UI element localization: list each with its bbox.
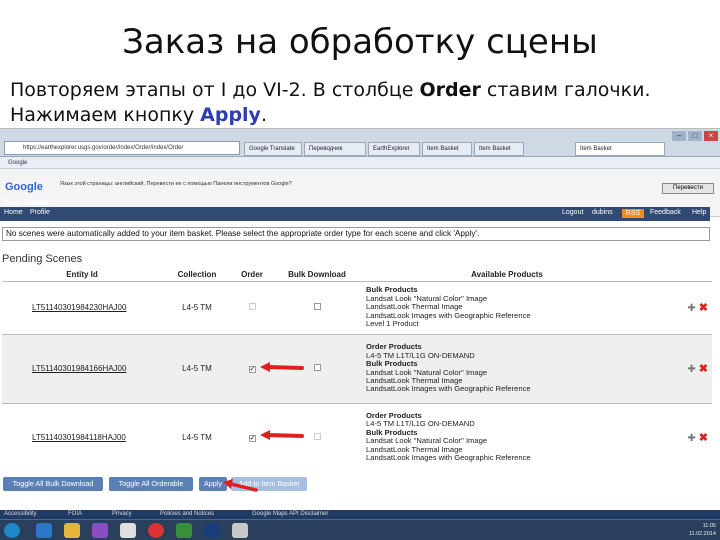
translate-notice: Язык этой страницы: английский. Перевест… bbox=[60, 181, 292, 187]
pending-scenes-table: Entity Id Collection Order Bulk Download… bbox=[2, 269, 712, 471]
column-header: Bulk Download bbox=[288, 270, 346, 280]
browser-tab-active[interactable]: Item Basket bbox=[575, 142, 665, 156]
browser-tab[interactable]: Item Basket bbox=[474, 142, 524, 156]
instruction-apply-word: Apply bbox=[200, 104, 261, 126]
column-header: Order bbox=[241, 270, 263, 280]
bulk-download-checkbox[interactable] bbox=[313, 364, 321, 371]
entity-id-link[interactable]: LT51140301984166HAJ00 bbox=[2, 333, 162, 403]
folder-icon[interactable] bbox=[64, 523, 80, 538]
available-products: Bulk Products Landsat Look "Natural Colo… bbox=[362, 280, 652, 334]
translate-button[interactable]: Перевести bbox=[662, 183, 714, 194]
collection-cell: L4-5 TM bbox=[162, 402, 232, 471]
google-logo: Google bbox=[5, 181, 43, 193]
collection-cell: L4-5 TM bbox=[162, 280, 232, 334]
entity-id-link[interactable]: LT51140301984230HAJ00 bbox=[2, 280, 162, 334]
table-row: LT51140301984118HAJ00 L4-5 TM ✓ Order Pr… bbox=[2, 402, 712, 471]
media-icon[interactable] bbox=[92, 523, 108, 538]
tools-icon[interactable]: ✚ bbox=[687, 364, 695, 375]
entity-id-link[interactable]: LT51140301984118HAJ00 bbox=[2, 402, 162, 471]
available-products: Order Products L4-5 TM L1T/L1G ON-DEMAND… bbox=[362, 333, 652, 403]
close-icon[interactable]: × bbox=[704, 131, 718, 141]
browser-tab[interactable]: Google Translate bbox=[244, 142, 302, 156]
red-arrow-annotation bbox=[260, 430, 304, 440]
tools-icon[interactable]: ✚ bbox=[687, 303, 695, 314]
instruction-order-word: Order bbox=[419, 79, 481, 101]
footer-link[interactable]: Google Maps API Disclaimer bbox=[252, 510, 328, 519]
browser-tab-strip: – □ × https://earthexplorer.usgs.gov/ord… bbox=[0, 129, 720, 157]
column-header: Entity Id bbox=[66, 270, 98, 280]
order-checkbox-checked[interactable]: ✓ bbox=[248, 366, 256, 373]
product-item: LandsatLook Images with Geographic Refer… bbox=[366, 453, 531, 463]
footer-link[interactable]: Policies and Notices bbox=[160, 510, 214, 519]
collection-cell: L4-5 TM bbox=[162, 333, 232, 403]
action-buttons: Toggle All Bulk Download Toggle All Orde… bbox=[0, 477, 720, 492]
address-bar[interactable]: https://earthexplorer.usgs.gov/order/ind… bbox=[4, 141, 240, 155]
table-row: LT51140301984166HAJ00 L4-5 TM ✓ Order Pr… bbox=[2, 333, 712, 403]
remove-icon[interactable]: ✖ bbox=[699, 302, 708, 314]
red-arrow-annotation bbox=[260, 362, 304, 372]
browser-tab[interactable]: Item Basket bbox=[422, 142, 472, 156]
toggle-bulk-download-button[interactable]: Toggle All Bulk Download bbox=[3, 477, 103, 491]
app-icon[interactable] bbox=[232, 523, 248, 538]
app-icon[interactable] bbox=[120, 523, 136, 538]
site-footer: Accessibility FOIA Privacy Policies and … bbox=[0, 510, 720, 519]
nav-logout[interactable]: Logout bbox=[562, 209, 583, 216]
nav-user: dubins bbox=[592, 209, 613, 216]
windows-taskbar: 11:05 11.02.2014 bbox=[0, 519, 720, 540]
remove-icon[interactable]: ✖ bbox=[699, 363, 708, 375]
slide-instructions: Повторяем этапы от I до VI-2. В столбце … bbox=[10, 78, 715, 128]
browser-tab[interactable]: Переводчик bbox=[304, 142, 366, 156]
nav-home[interactable]: Home bbox=[4, 209, 23, 216]
pending-scenes-title: Pending Scenes bbox=[2, 253, 83, 265]
available-products: Order Products L4-5 TM L1T/L1G ON-DEMAND… bbox=[362, 402, 652, 471]
site-nav: Item Basket Home Profile Logout dubins R… bbox=[0, 198, 710, 221]
toggle-orderable-button[interactable]: Toggle All Orderable bbox=[109, 477, 193, 491]
maximize-icon[interactable]: □ bbox=[688, 131, 702, 141]
bulk-download-checkbox[interactable] bbox=[313, 432, 321, 440]
rss-icon[interactable]: RSS bbox=[622, 209, 644, 218]
opera-icon[interactable] bbox=[148, 523, 164, 538]
section-title: Item Basket bbox=[4, 198, 49, 207]
remove-icon[interactable]: ✖ bbox=[699, 432, 708, 444]
nav-profile[interactable]: Profile bbox=[30, 209, 50, 216]
product-item: Level 1 Product bbox=[366, 319, 419, 329]
system-tray: 11:05 11.02.2014 bbox=[689, 522, 716, 538]
instruction-line1-start: Повторяем этапы от I до VI-2. В столбце bbox=[10, 79, 420, 101]
table-row: LT51140301984230HAJ00 L4-5 TM Bulk Produ… bbox=[2, 280, 712, 334]
photoshop-icon[interactable] bbox=[204, 523, 220, 538]
start-icon[interactable] bbox=[4, 523, 20, 538]
bookmarks-bar: Google bbox=[0, 157, 720, 169]
column-header: Collection bbox=[177, 270, 217, 280]
bulk-download-checkbox[interactable] bbox=[313, 303, 321, 310]
ie-icon[interactable] bbox=[36, 523, 52, 538]
app-icon[interactable] bbox=[176, 523, 192, 538]
footer-link[interactable]: FOIA bbox=[68, 510, 82, 519]
instruction-line1-end: ставим галочки. bbox=[480, 79, 651, 101]
order-checkbox-checked[interactable]: ✓ bbox=[248, 434, 256, 442]
column-header: Available Products bbox=[471, 270, 543, 280]
slide-title: Заказ на обработку сцены bbox=[122, 22, 598, 62]
product-item: LandsatLook Images with Geographic Refer… bbox=[366, 384, 531, 394]
browser-tab[interactable]: EarthExplorer bbox=[368, 142, 420, 156]
nav-help[interactable]: Help bbox=[692, 209, 706, 216]
instruction-line2-end: . bbox=[260, 104, 267, 126]
tray-time: 11:05 bbox=[702, 523, 716, 529]
order-checkbox[interactable] bbox=[248, 303, 256, 310]
tray-date: 11.02.2014 bbox=[688, 531, 716, 537]
instruction-line2-start: Нажимаем кнопку bbox=[10, 104, 201, 126]
red-arrow-annotation bbox=[223, 479, 258, 492]
footer-link[interactable]: Privacy bbox=[112, 510, 132, 519]
tools-icon[interactable]: ✚ bbox=[687, 433, 695, 444]
nav-feedback[interactable]: Feedback bbox=[650, 209, 681, 216]
window-controls: – □ × bbox=[672, 131, 718, 141]
basket-notice: No scenes were automatically added to yo… bbox=[2, 227, 710, 241]
minimize-icon[interactable]: – bbox=[672, 131, 686, 141]
footer-link[interactable]: Accessibility bbox=[4, 510, 37, 519]
